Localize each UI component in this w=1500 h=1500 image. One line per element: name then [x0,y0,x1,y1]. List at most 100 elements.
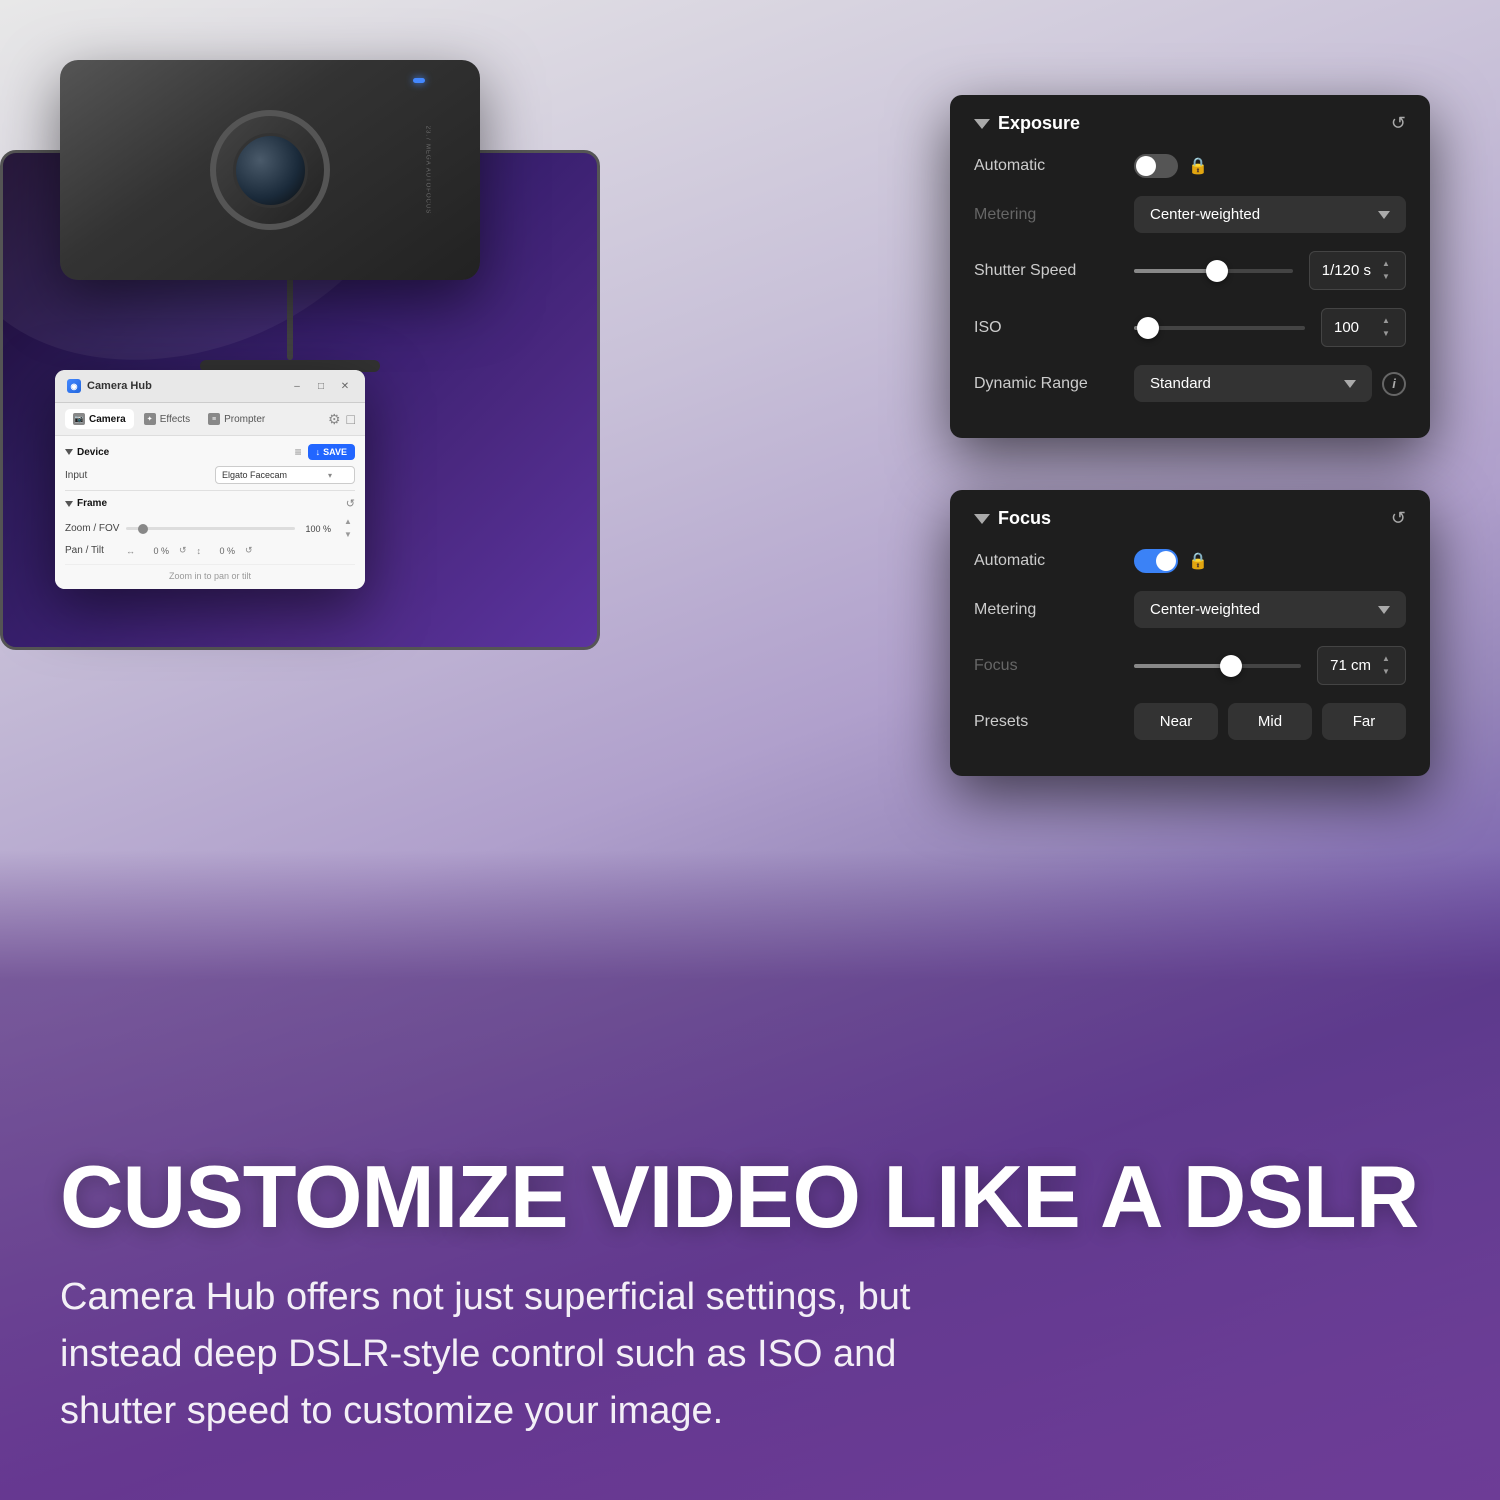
sub-text: Camera Hub offers not just superficial s… [60,1269,940,1440]
exposure-lock-icon: 🔒 [1188,156,1208,176]
iso-label: ISO [974,319,1134,337]
dynamic-range-info-icon[interactable]: i [1382,372,1406,396]
webcam-lens-ring [210,110,330,230]
minimize-button[interactable]: – [289,378,305,394]
frame-reset-icon[interactable]: ↺ [346,497,355,510]
zoom-label: Zoom / FOV [65,523,120,534]
metering-label: Metering [974,206,1134,224]
shutter-up[interactable]: ▲ [1379,258,1393,270]
focus-reset-button[interactable]: ↺ [1391,508,1406,529]
focus-stepper[interactable]: ▲ ▼ [1379,653,1393,678]
focus-slider-fill [1134,664,1231,668]
focus-slider-label: Focus [974,657,1134,675]
shutter-slider-fill [1134,269,1217,273]
device-list-icon[interactable]: ≡ [295,445,302,459]
tilt-value: 0 % [207,546,235,556]
shutter-speed-label: Shutter Speed [974,262,1134,280]
app-icon: ◉ [67,379,81,393]
webcam-stand [287,280,293,360]
tab-effects[interactable]: ✦ Effects [136,409,198,429]
window-title: Camera Hub [87,380,152,392]
zoom-slider[interactable] [126,527,295,530]
focus-panel: Focus ↺ Automatic 🔒 Metering Center-weig… [950,490,1430,776]
tab-prompter[interactable]: ≡ Prompter [200,409,273,429]
save-button[interactable]: ↓ SAVE [308,444,355,460]
preset-mid-button[interactable]: Mid [1228,703,1312,740]
focus-automatic-label: Automatic [974,552,1134,570]
webcam-body: 23.7 MEGA AUTOFOCUS [60,60,480,280]
exposure-panel-header: Exposure ↺ [974,113,1406,134]
close-button[interactable]: ✕ [337,378,353,394]
shutter-speed-value-box: 1/120 s ▲ ▼ [1309,251,1406,290]
settings-icon[interactable]: ⚙ [328,411,341,428]
collapse-device-icon[interactable] [65,449,73,455]
metering-dropdown[interactable]: Center-weighted [1134,196,1406,233]
focus-slider-thumb[interactable] [1220,655,1242,677]
focus-metering-dropdown[interactable]: Center-weighted [1134,591,1406,628]
device-section-title: Device [65,447,109,458]
iso-up[interactable]: ▲ [1379,315,1393,327]
iso-slider[interactable] [1134,326,1305,330]
shutter-slider[interactable] [1134,269,1293,273]
input-row: Input Elgato Facecam ▾ [65,466,355,484]
window-controls: – □ ✕ [289,378,353,394]
focus-automatic-toggle[interactable] [1134,549,1178,573]
iso-stepper[interactable]: ▲ ▼ [1379,315,1393,340]
focus-lock-icon: 🔒 [1188,551,1208,571]
dynamic-range-row: Dynamic Range Standard i [974,365,1406,402]
presets-label: Presets [974,713,1134,731]
preset-buttons: Near Mid Far [1134,703,1406,740]
exposure-automatic-toggle[interactable] [1134,154,1178,178]
iso-slider-thumb[interactable] [1137,317,1159,339]
preset-near-button[interactable]: Near [1134,703,1218,740]
focus-panel-title: Focus [974,508,1051,529]
window-tabs: 📷 Camera ✦ Effects ≡ Prompter ⚙ □ [55,403,365,436]
iso-row: ISO 100 ▲ ▼ [974,308,1406,347]
focus-collapse-icon[interactable] [974,514,990,524]
focus-toggle-thumb [1156,551,1176,571]
window-body: Device ≡ ↓ SAVE Input Elgato Facecam ▾ [55,436,365,589]
focus-slider[interactable] [1134,664,1301,668]
exposure-panel: Exposure ↺ Automatic 🔒 Metering Center-w… [950,95,1430,438]
effects-tab-icon: ✦ [144,413,156,425]
zoom-stepper[interactable]: ▲ ▼ [341,516,355,541]
preset-far-button[interactable]: Far [1322,703,1406,740]
shutter-slider-thumb[interactable] [1206,260,1228,282]
pan-reset-icon[interactable]: ↺ [179,545,187,556]
input-select[interactable]: Elgato Facecam ▾ [215,466,355,484]
tilt-reset-icon[interactable]: ↺ [245,545,253,556]
exposure-reset-button[interactable]: ↺ [1391,113,1406,134]
camera-tab-icon: 📷 [73,413,85,425]
shutter-slider-container: 1/120 s ▲ ▼ [1134,251,1406,290]
maximize-button[interactable]: □ [313,378,329,394]
collapse-frame-icon[interactable] [65,501,73,507]
zoom-down[interactable]: ▼ [341,529,355,541]
iso-down[interactable]: ▼ [1379,328,1393,340]
zoom-note: Zoom in to pan or tilt [65,564,355,581]
main-heading: CUSTOMIZE VIDEO LIKE A DSLR [60,1153,1440,1241]
zoom-slider-thumb[interactable] [138,524,148,534]
shutter-stepper[interactable]: ▲ ▼ [1379,258,1393,283]
shutter-down[interactable]: ▼ [1379,271,1393,283]
focus-down[interactable]: ▼ [1379,666,1393,678]
metering-chevron-icon [1378,211,1390,219]
dynamic-range-dropdown[interactable]: Standard [1134,365,1372,402]
dynamic-range-chevron-icon [1344,380,1356,388]
tab-camera[interactable]: 📷 Camera [65,409,134,429]
focus-slider-row: Focus 71 cm ▲ ▼ [974,646,1406,685]
more-icon[interactable]: □ [347,411,355,427]
webcam-led [413,78,425,83]
zoom-up[interactable]: ▲ [341,516,355,528]
pan-x-value: 0 % [141,546,169,556]
pan-arrows-icon: ↔ [126,546,135,556]
focus-metering-row: Metering Center-weighted [974,591,1406,628]
focus-up[interactable]: ▲ [1379,653,1393,665]
frame-section-header: Frame ↺ [65,497,355,510]
zoom-value: 100 % [301,524,331,534]
exposure-toggle-thumb [1136,156,1156,176]
iso-value-box: 100 ▲ ▼ [1321,308,1406,347]
exposure-automatic-row: Automatic 🔒 [974,154,1406,178]
exposure-collapse-icon[interactable] [974,119,990,129]
presets-row: Presets Near Mid Far [974,703,1406,740]
pan-row: Pan / Tilt ↔ 0 % ↺ ↕ 0 % ↺ [65,545,355,556]
